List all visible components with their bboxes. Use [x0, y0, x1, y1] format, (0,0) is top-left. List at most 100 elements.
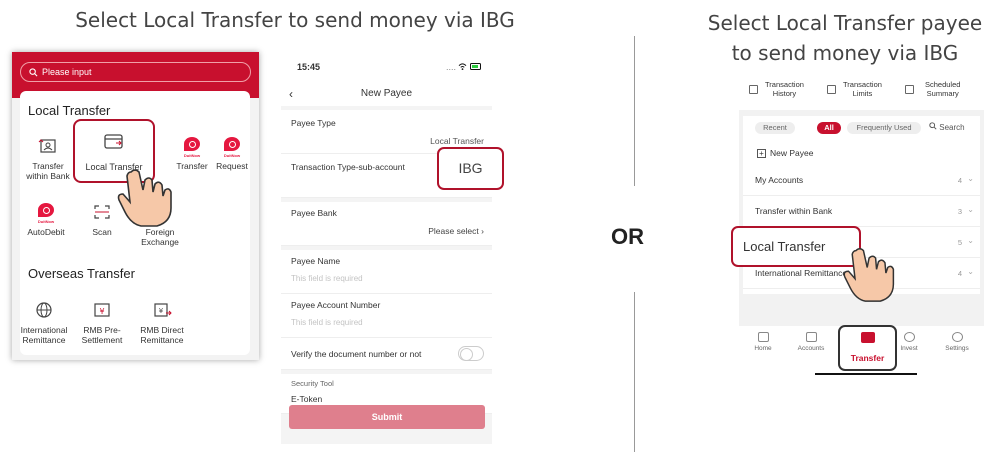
scheduled-summary-link[interactable]: Scheduled Summary [925, 80, 960, 98]
transaction-type-label: Transaction Type-sub-account [291, 162, 405, 172]
schedule-icon [905, 85, 914, 94]
ibg-highlight[interactable]: IBG [437, 147, 504, 190]
card-icon [104, 134, 123, 149]
duitnow-text: DuitNow [183, 153, 201, 158]
duitnow-icon: DuitNow [37, 203, 55, 224]
svg-text:¥: ¥ [159, 307, 164, 315]
chevron-down-icon: ⌄ [967, 205, 974, 214]
right-caption: Select Local Transfer payee to send mone… [700, 8, 990, 68]
nav-bar: ‹ New Payee [281, 82, 492, 106]
chevron-down-icon: ⌄ [967, 236, 974, 245]
tile-label-line2: Settlement [81, 335, 123, 345]
search-input[interactable]: Please input [20, 62, 251, 82]
duitnow-icon: DuitNow [223, 137, 241, 158]
transfer-icon [860, 332, 875, 343]
home-icon [757, 332, 769, 342]
payee-name-placeholder: This field is required [291, 274, 363, 283]
limits-icon [827, 85, 836, 94]
payee-bank-value: Please select › [428, 226, 484, 236]
verify-toggle[interactable] [458, 346, 484, 361]
hand-pointer-icon [843, 247, 895, 302]
invest-icon [903, 332, 915, 342]
tile-label-line2: Exchange [141, 237, 179, 247]
tile-autodebit[interactable]: DuitNow AutoDebit [16, 203, 76, 237]
or-label: OR [611, 224, 644, 249]
new-payee-button[interactable]: + New Payee [757, 148, 813, 158]
tab-home[interactable]: Home [741, 332, 785, 352]
tile-international-remittance[interactable]: International Remittance [14, 301, 74, 345]
new-payee-screen: 15:45 .... ‹ New Payee Payee Type Local … [281, 52, 492, 444]
tile-rmb-pre-settlement[interactable]: ¥ RMB Pre- Settlement [72, 301, 132, 345]
status-bar: 15:45 .... [281, 52, 492, 82]
tile-label-line1: Foreign [145, 227, 175, 237]
wifi-icon [459, 63, 467, 70]
security-tool-label: Security Tool [291, 379, 334, 388]
tile-transfer-within-bank[interactable]: Transfer within Bank [18, 137, 78, 181]
tile-label: AutoDebit [27, 227, 65, 237]
duitnow-text: DuitNow [223, 153, 241, 158]
filter-frequently-used[interactable]: Frequently Used [847, 122, 921, 134]
duitnow-icon: DuitNow [183, 137, 201, 158]
payee-account-label: Payee Account Number [291, 300, 381, 310]
divider-bottom [634, 292, 635, 452]
status-icons: .... [446, 62, 482, 72]
payee-account-placeholder: This field is required [291, 318, 363, 327]
filter-recent[interactable]: Recent [755, 122, 795, 134]
payee-name-label: Payee Name [291, 256, 341, 266]
yuan-doc-icon: ¥ [94, 303, 110, 317]
tile-label-line2: Remittance [140, 335, 184, 345]
payee-search[interactable]: Search [929, 122, 965, 132]
tile-label-line1: RMB Pre- [83, 325, 121, 335]
history-icon [749, 85, 758, 94]
active-tab-indicator [815, 373, 917, 375]
transaction-history-link[interactable]: Transaction History [765, 80, 804, 98]
transfer-payee-screen: Transaction History Transaction Limits Sch… [739, 74, 984, 364]
chevron-down-icon: ⌄ [967, 267, 974, 276]
duitnow-text: DuitNow [37, 219, 55, 224]
tile-label: Request [216, 161, 248, 171]
security-tool-value: E-Token [291, 394, 323, 404]
transfer-user-icon [38, 139, 56, 153]
tab-accounts[interactable]: Accounts [789, 332, 833, 352]
plus-icon: + [757, 149, 766, 158]
tile-label-line1: International [20, 325, 68, 335]
left-caption: Select Local Transfer to send money via … [75, 8, 515, 32]
status-time: 15:45 [297, 62, 321, 72]
page-title: New Payee [360, 88, 413, 99]
battery-icon [470, 63, 481, 70]
right-caption-line1: Select Local Transfer payee [707, 11, 983, 35]
tile-label: Scan [92, 227, 112, 237]
payee-bank-label: Payee Bank [291, 208, 337, 218]
svg-text:¥: ¥ [99, 307, 104, 316]
payee-bank-field[interactable]: Payee Bank Please select › [281, 202, 492, 246]
tile-label-line1: Transfer [32, 161, 64, 171]
chevron-right-icon: › [481, 226, 484, 236]
local-transfer-payee-label: Local Transfer [743, 239, 826, 254]
wallet-icon [805, 332, 817, 342]
tile-duitnow-request[interactable]: DuitNow Request [202, 137, 259, 171]
chevron-down-icon: ⌄ [967, 174, 974, 183]
transaction-limits-link[interactable]: Transaction Limits [843, 80, 882, 98]
tile-label-line2: within Bank [26, 171, 70, 181]
quick-actions: Transaction History Transaction Limits Sch… [739, 74, 984, 110]
payee-account-field[interactable]: Payee Account Number This field is requi… [281, 294, 492, 338]
gear-icon [951, 332, 963, 342]
payee-group-transfer-within-bank[interactable]: Transfer within Bank 3 ⌄ [743, 197, 980, 227]
payee-group-my-accounts[interactable]: My Accounts 4 ⌄ [743, 166, 980, 196]
payee-name-field[interactable]: Payee Name This field is required [281, 250, 492, 294]
verify-document-row: Verify the document number or not [281, 338, 492, 370]
search-icon [29, 67, 38, 76]
tab-settings[interactable]: Settings [935, 332, 979, 352]
tile-rmb-direct-remittance[interactable]: ¥ RMB Direct Remittance [132, 301, 192, 345]
filter-all[interactable]: All [817, 122, 841, 134]
tab-transfer[interactable]: Transfer [838, 325, 897, 371]
tile-label-line1: RMB Direct [140, 325, 184, 335]
right-caption-line2: to send money via IBG [731, 41, 959, 65]
search-placeholder: Please input [42, 67, 92, 77]
tile-foreign-exchange[interactable]: Foreign Exchange [130, 227, 190, 247]
payee-type-value: Local Transfer [430, 136, 484, 146]
payee-type-label: Payee Type [291, 118, 336, 128]
submit-button[interactable]: Submit [289, 405, 485, 429]
back-icon[interactable]: ‹ [289, 82, 293, 106]
scan-icon [94, 205, 110, 219]
